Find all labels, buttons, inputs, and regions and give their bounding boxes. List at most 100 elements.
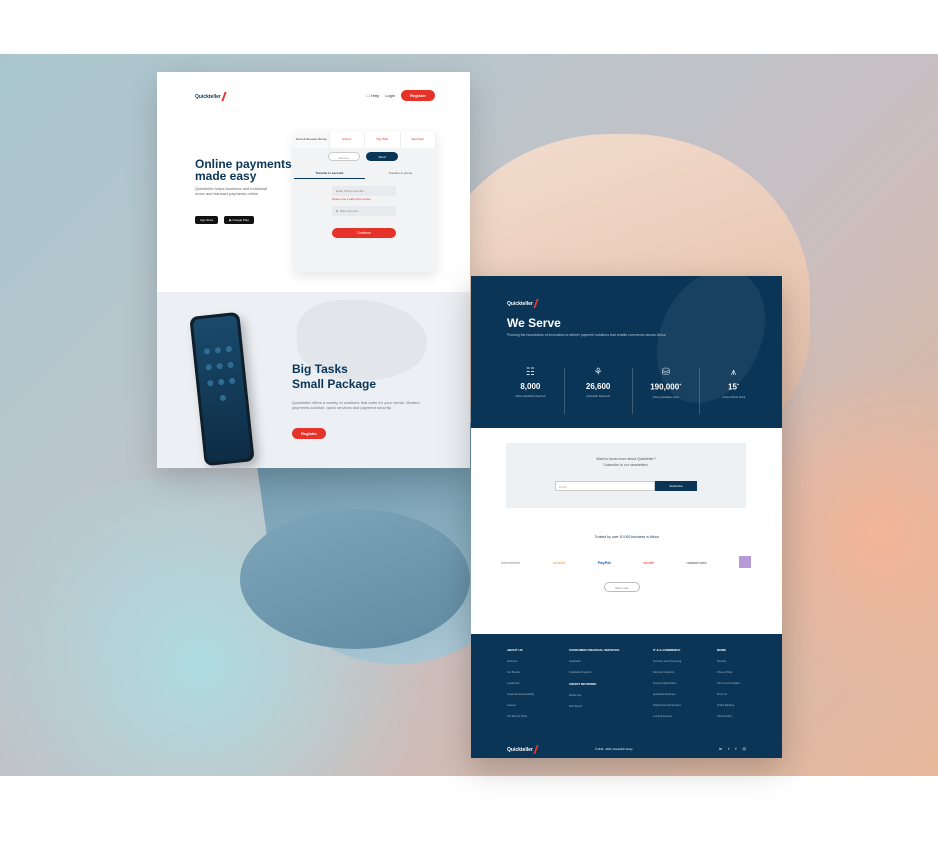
help-link[interactable]: ☐ Help	[366, 93, 379, 98]
logo-slash-icon	[533, 745, 539, 754]
footer-link[interactable]: Leadership	[507, 682, 534, 685]
brand-logo[interactable]: Quickteller	[195, 92, 227, 101]
send-toggle-button[interactable]: Send	[366, 152, 398, 161]
linkedin-icon[interactable]: in	[719, 746, 722, 751]
facebook-icon[interactable]: f	[735, 746, 736, 751]
stat-number: 15+	[700, 382, 767, 392]
footer-link[interactable]: Mobile App	[569, 694, 619, 697]
footer-link[interactable]: Security	[717, 660, 740, 663]
amount-placeholder: Enter Amount	[339, 209, 359, 213]
brand-logo[interactable]: Quickteller	[507, 299, 539, 308]
receive-toggle-button[interactable]: Receive	[328, 152, 360, 161]
stat-number: 26,600	[585, 382, 611, 391]
footer-column: MORE Security Privacy Policy Terms and C…	[717, 648, 740, 726]
footer-link[interactable]: Quickteller	[569, 660, 619, 663]
footer-link[interactable]: Inventory and Processing	[653, 660, 681, 663]
stat-label: Active Quickteller Payment	[515, 395, 546, 398]
view-more-button[interactable]: View more	[604, 582, 640, 592]
twitter-icon[interactable]: t	[728, 746, 729, 751]
login-link[interactable]: Login	[385, 93, 395, 98]
phone-input[interactable]: Enter Phone Number	[332, 186, 396, 196]
continue-button[interactable]: Continue	[332, 228, 396, 238]
footer-link[interactable]: Web Report	[569, 705, 619, 708]
subtab-transfer-phone[interactable]: Transfer to phone	[365, 168, 436, 179]
instagram-icon[interactable]: ◎	[743, 746, 747, 751]
we-serve-section: Quickteller We Serve Pushing the boundar…	[471, 276, 782, 428]
keypad-dot	[207, 379, 214, 387]
features-subtitle: Quickteller offers a variety of solution…	[292, 400, 420, 410]
landing-page-mock: Quickteller ☐ Help Login Register Online…	[157, 72, 470, 468]
footer-link[interactable]: Our Story & Policy	[507, 715, 534, 718]
logo-slash-icon	[533, 299, 539, 308]
subscribe-button[interactable]: Subscribe	[655, 481, 697, 491]
section-title: We Serve	[507, 316, 561, 330]
email-input[interactable]: Email	[555, 481, 655, 491]
footer-heading: ABOUT US	[507, 648, 523, 652]
footer-link[interactable]: Privacy Policy	[717, 671, 740, 674]
about-page-mock: Quickteller We Serve Pushing the boundar…	[471, 276, 782, 758]
features-title: Big Tasks Small Package	[292, 362, 376, 392]
stat-number-value: 190,000	[650, 382, 680, 392]
stat-number: 190,000+	[633, 382, 700, 392]
footer-link[interactable]: Quickteller Paypoint	[569, 671, 619, 674]
keypad-dot	[205, 363, 212, 371]
amount-input[interactable]: ₦ Enter Amount	[332, 206, 396, 216]
footer-link[interactable]: Corporate Responsibility	[507, 693, 534, 696]
features-register-button[interactable]: Register	[292, 428, 327, 439]
footer-link[interactable]: Our Brands	[507, 671, 534, 674]
compass-icon: ⩚	[730, 367, 737, 378]
keypad-dot	[225, 345, 233, 353]
stat-number-value: 15	[728, 382, 737, 392]
footer-link[interactable]: Quickteller Business	[653, 693, 681, 696]
tab-send-receive[interactable]: Send & Receive Money	[294, 132, 330, 148]
keypad-dot	[219, 394, 227, 402]
footer-link[interactable]: Online Banking	[717, 704, 740, 707]
stat-label: Active Quickteller Users	[652, 395, 680, 399]
transfer-subtabs: Transfer to account Transfer to phone	[294, 168, 436, 179]
footer-link[interactable]: Digital Financial Services	[653, 704, 681, 707]
stat-label: Across African Africa	[722, 395, 746, 399]
phone-error: Please enter a valid phone number	[332, 198, 371, 201]
brand-name: Quickteller	[507, 300, 533, 307]
tab-airtime[interactable]: Airtime	[330, 132, 365, 148]
subtab-transfer-account[interactable]: Transfer to account	[294, 168, 365, 179]
top-nav: Quickteller ☐ Help Login Register	[195, 90, 435, 102]
footer-heading: MORE	[717, 648, 726, 652]
hero-title: Online payments made easy	[195, 157, 292, 183]
footer-link[interactable]: About Us	[507, 660, 534, 663]
stat-number: 8,000	[520, 382, 541, 391]
footer-link[interactable]: Cookie Policy	[717, 715, 740, 718]
app-store-badge[interactable]: App Store	[195, 216, 219, 224]
features-title-line-2: Small Package	[292, 377, 377, 391]
logo-slash-icon	[221, 92, 227, 101]
footer-heading: CONSUMER FINANCIAL SERVICES	[569, 648, 620, 652]
footer-link[interactable]: Terms and Condition	[717, 682, 740, 685]
footer-brand-logo[interactable]: Quickteller	[507, 745, 539, 754]
stats-row: ☷ 8,000 Active Quickteller Payment ⚘ 26,…	[497, 368, 767, 414]
footer-link[interactable]: Payment Collection	[653, 671, 681, 674]
footer-column: CONSUMER FINANCIAL SERVICES Quickteller …	[569, 648, 619, 716]
footer-heading: CREDIT NETWORK	[569, 682, 597, 686]
hero-subtitle: Quickteller helps business and individua…	[195, 186, 268, 196]
tab-pay-bills[interactable]: Pay Bills	[365, 132, 401, 148]
background-petal	[240, 509, 470, 649]
footer-link[interactable]: Lending Services	[653, 715, 681, 718]
help-icon: ☐	[366, 93, 370, 98]
tab-merchant[interactable]: Merchant	[401, 132, 436, 148]
stat-item: ⩚ 15+ Across African Africa	[700, 368, 767, 414]
register-button[interactable]: Register	[400, 90, 435, 101]
social-links: in t f ◎	[719, 746, 746, 751]
google-play-label: Google Play	[232, 218, 249, 222]
footer-link[interactable]: Careers	[507, 704, 534, 707]
features-section: Big Tasks Small Package Quickteller offe…	[157, 292, 470, 468]
help-label: Help	[370, 93, 380, 98]
nav-links: ☐ Help Login Register	[366, 90, 435, 101]
footer-link[interactable]: Account Optimization	[653, 682, 681, 685]
google-play-badge[interactable]: ▶ Google Play	[224, 216, 254, 224]
features-title-line-1: Big Tasks	[292, 362, 348, 376]
keypad-dot	[214, 346, 222, 354]
currency-symbol: ₦	[336, 209, 339, 213]
send-receive-toggle: Receive Send	[328, 152, 398, 161]
footer-link[interactable]: Press Kit	[717, 693, 740, 696]
interswitch-logo: Interswitch	[501, 559, 521, 565]
